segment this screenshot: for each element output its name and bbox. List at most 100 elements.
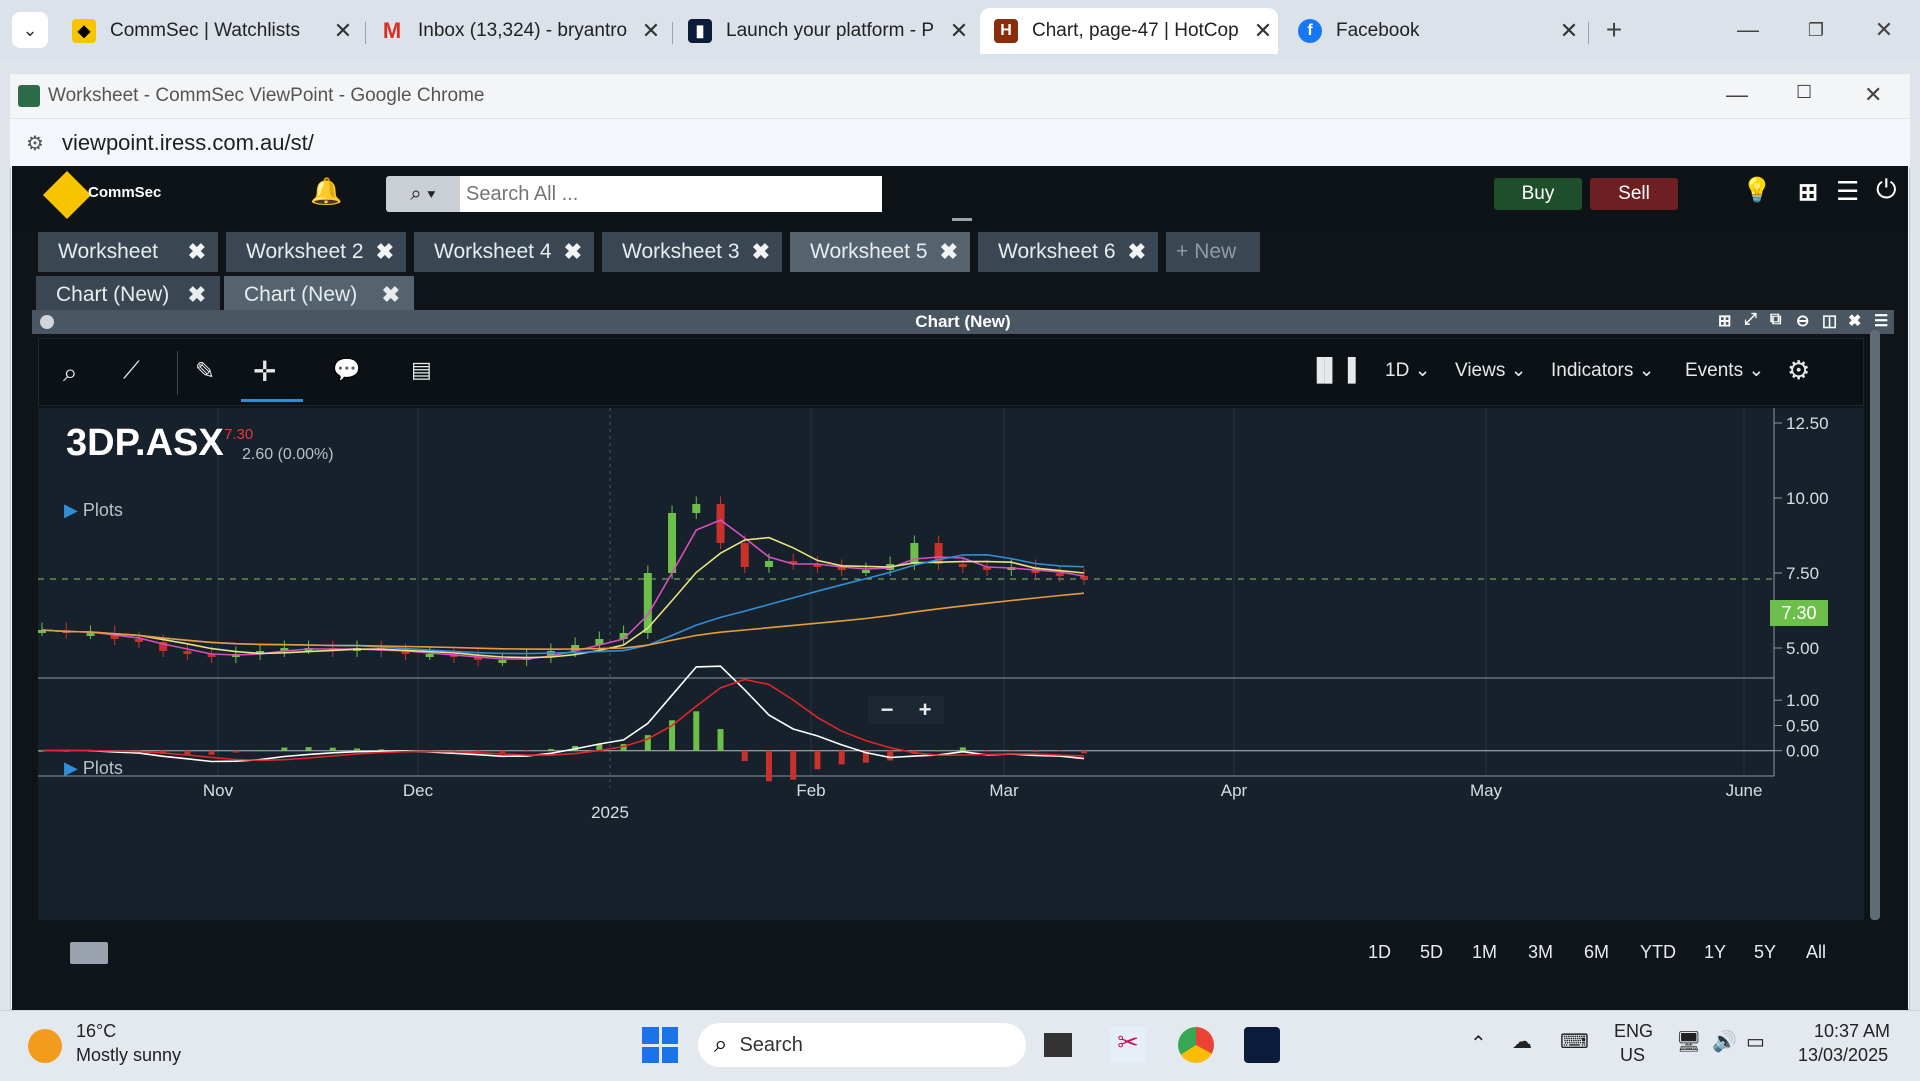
close-icon[interactable]: ✕ (636, 18, 666, 44)
close-icon[interactable]: ✕ (1864, 82, 1882, 108)
volume-icon[interactable]: 🔊 (1712, 1029, 1737, 1054)
restore-icon[interactable]: ❐ (1794, 12, 1838, 48)
range-1y[interactable]: 1Y (1704, 942, 1726, 963)
network-icon[interactable]: 🖥 (1676, 1029, 1701, 1054)
range-6m[interactable]: 6M (1584, 942, 1609, 963)
range-ytd[interactable]: YTD (1640, 942, 1676, 963)
region-label[interactable]: US (1620, 1045, 1645, 1066)
minimize-icon[interactable]: — (1726, 12, 1770, 48)
power-icon[interactable]: ⏻ (1876, 174, 1897, 206)
weather-icon[interactable] (28, 1029, 62, 1063)
close-icon[interactable]: ✖ (1128, 239, 1146, 265)
new-tab-icon[interactable]: + (1592, 12, 1636, 48)
events-dropdown[interactable]: Events ⌄ (1685, 359, 1764, 382)
chart-type-icon[interactable]: ▐▌▐ (1309, 357, 1356, 383)
browser-tab-platform[interactable]: ▮ Launch your platform - P ✕ (674, 8, 974, 54)
panel-expand-icon[interactable]: ⤢ (1744, 311, 1757, 329)
browser-tab-facebook[interactable]: f Facebook ✕ (1284, 8, 1584, 54)
chrome-icon[interactable] (1178, 1027, 1214, 1063)
settings-gear-icon[interactable]: ⚙ (1787, 355, 1810, 386)
url-text[interactable]: viewpoint.iress.com.au/st/ (62, 130, 314, 156)
lightbulb-icon[interactable]: 💡 (1742, 176, 1772, 205)
vertical-scrollbar[interactable] (1870, 330, 1880, 920)
close-icon[interactable]: ✕ (1248, 18, 1278, 44)
zoom-in-icon[interactable]: + (919, 697, 932, 723)
clock-date[interactable]: 13/03/2025 (1798, 1045, 1888, 1066)
drag-handle[interactable] (952, 218, 972, 221)
close-icon[interactable]: ✖ (382, 282, 400, 308)
buy-button[interactable]: Buy (1494, 178, 1582, 210)
browser-tab-gmail[interactable]: M Inbox (13,324) - bryantro ✕ (366, 8, 666, 54)
add-icon[interactable]: ⊞ (1798, 178, 1818, 207)
zoom-search-icon[interactable]: ⌕ (63, 357, 78, 389)
weather-desc[interactable]: Mostly sunny (76, 1045, 181, 1066)
panel-menu-icon[interactable]: ☰ (1874, 311, 1888, 331)
interval-dropdown[interactable]: 1D ⌄ (1385, 359, 1431, 382)
maximize-icon[interactable]: ☐ (1796, 82, 1812, 103)
range-5y[interactable]: 5Y (1754, 942, 1776, 963)
tab-chart-1[interactable]: Chart (New) ✖ (36, 276, 220, 314)
panel-minimize-icon[interactable]: ⊖ (1796, 311, 1809, 331)
panel-split-icon[interactable]: ◫ (1822, 311, 1837, 331)
close-icon[interactable]: ✖ (752, 239, 770, 265)
data-table-icon[interactable]: ▤ (411, 357, 432, 383)
annotation-icon[interactable]: 💬 (333, 357, 360, 383)
draw-pencil-icon[interactable]: ✎ (195, 357, 215, 386)
zoom-out-icon[interactable]: − (881, 697, 894, 723)
chevron-up-icon[interactable]: ⌃ (1470, 1031, 1487, 1056)
range-all[interactable]: All (1806, 942, 1826, 963)
sell-button[interactable]: Sell (1590, 178, 1678, 210)
close-icon[interactable]: ✖ (564, 239, 582, 265)
views-dropdown[interactable]: Views ⌄ (1455, 359, 1527, 382)
tab-worksheet-6[interactable]: Worksheet 6 ✖ (978, 232, 1158, 272)
browser-tab-hotcopper[interactable]: H Chart, page-47 | HotCop ✕ (980, 8, 1278, 54)
range-3m[interactable]: 3M (1528, 942, 1553, 963)
battery-icon[interactable]: ▭ (1746, 1029, 1765, 1054)
tab-worksheet-5[interactable]: Worksheet 5 ✖ (790, 232, 970, 272)
trading-app-icon[interactable] (1244, 1027, 1280, 1063)
price-chart[interactable]: Nov Dec Feb Mar Apr May June 2025 12.50 10.00 7.50… (38, 408, 1864, 920)
minimize-icon[interactable]: — (1726, 82, 1748, 108)
close-icon[interactable]: ✖ (940, 239, 958, 265)
keyboard-tray-icon[interactable]: ⌨ (1560, 1029, 1589, 1054)
cloud-icon[interactable]: ☁ (1512, 1029, 1532, 1054)
indicators-dropdown[interactable]: Indicators ⌄ (1551, 359, 1655, 382)
search-scope-button[interactable]: ⌕ ▾ (386, 176, 460, 212)
tab-worksheet[interactable]: Worksheet ✖ (38, 232, 218, 272)
task-view-icon[interactable] (1044, 1033, 1072, 1057)
keyboard-icon[interactable] (70, 942, 108, 964)
crosshair-icon[interactable]: ✛ (253, 355, 276, 388)
menu-icon[interactable]: ☰ (1836, 176, 1859, 207)
indicator-plots-toggle[interactable]: ▶ Plots (64, 758, 123, 779)
new-worksheet-tab[interactable]: + New (1166, 232, 1260, 272)
taskbar-search[interactable]: ⌕ Search (698, 1023, 1026, 1067)
tab-worksheet-3[interactable]: Worksheet 3 ✖ (602, 232, 782, 272)
close-icon[interactable]: ✕ (1554, 18, 1584, 44)
address-bar[interactable]: ⚙ viewpoint.iress.com.au/st/ (10, 118, 1910, 167)
tab-worksheet-2[interactable]: Worksheet 2 ✖ (226, 232, 406, 272)
close-icon[interactable]: ✕ (944, 18, 974, 44)
windows-start-icon[interactable] (642, 1027, 678, 1063)
panel-popout-icon[interactable]: ⧉ (1770, 311, 1781, 329)
plots-toggle[interactable]: ▶ Plots (64, 500, 123, 521)
close-window-icon[interactable]: ✕ (1862, 12, 1906, 48)
language-label[interactable]: ENG (1614, 1021, 1653, 1042)
panel-close-icon[interactable]: ✖ (1848, 311, 1861, 331)
snipping-tool-icon[interactable]: ✂ (1110, 1027, 1146, 1063)
panel-add-icon[interactable]: ⊞ (1718, 311, 1731, 331)
clock-time[interactable]: 10:37 AM (1814, 1021, 1890, 1042)
tab-chart-2[interactable]: Chart (New) ✖ (224, 276, 414, 314)
browser-tab-commsec[interactable]: ◆ CommSec | Watchlists ✕ (58, 8, 358, 54)
tab-worksheet-4[interactable]: Worksheet 4 ✖ (414, 232, 594, 272)
range-1d[interactable]: 1D (1368, 942, 1391, 963)
chart-area[interactable]: Nov Dec Feb Mar Apr May June 2025 12.50 10.00 7.50… (38, 408, 1864, 920)
range-1m[interactable]: 1M (1472, 942, 1497, 963)
search-input[interactable] (460, 176, 882, 212)
weather-temp[interactable]: 16°C (76, 1021, 116, 1042)
close-icon[interactable]: ✕ (328, 18, 358, 44)
site-info-icon[interactable]: ⚙ (26, 131, 44, 156)
tab-search-icon[interactable]: ⌄ (12, 12, 48, 48)
bell-icon[interactable]: 🔔 (310, 176, 342, 207)
range-5d[interactable]: 5D (1420, 942, 1443, 963)
close-icon[interactable]: ✖ (376, 239, 394, 265)
